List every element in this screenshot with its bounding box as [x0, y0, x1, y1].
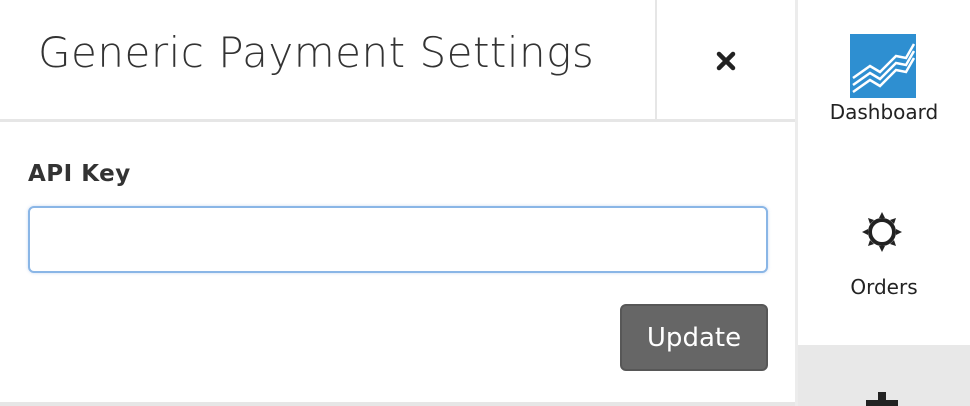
panel-bottom-divider [0, 402, 795, 406]
plus-icon [866, 392, 898, 406]
sidebar-item-dashboard-label: Dashboard [829, 100, 939, 124]
panel-header: Generic Payment Settings [0, 0, 795, 122]
sidebar-item-orders[interactable] [798, 170, 970, 345]
close-icon [716, 51, 736, 71]
gear-icon [862, 212, 902, 252]
dashboard-chart-icon [850, 34, 916, 98]
sidebar-item-orders-label: Orders [850, 275, 918, 299]
page-title: Generic Payment Settings [38, 28, 595, 77]
api-key-input[interactable] [28, 206, 768, 273]
payment-settings-panel: Generic Payment Settings API Key Update [0, 0, 795, 406]
api-key-label: API Key [28, 161, 131, 187]
update-button[interactable]: Update [620, 304, 768, 371]
right-sidebar: Dashboard Orders [798, 0, 970, 406]
close-button[interactable] [657, 0, 795, 122]
